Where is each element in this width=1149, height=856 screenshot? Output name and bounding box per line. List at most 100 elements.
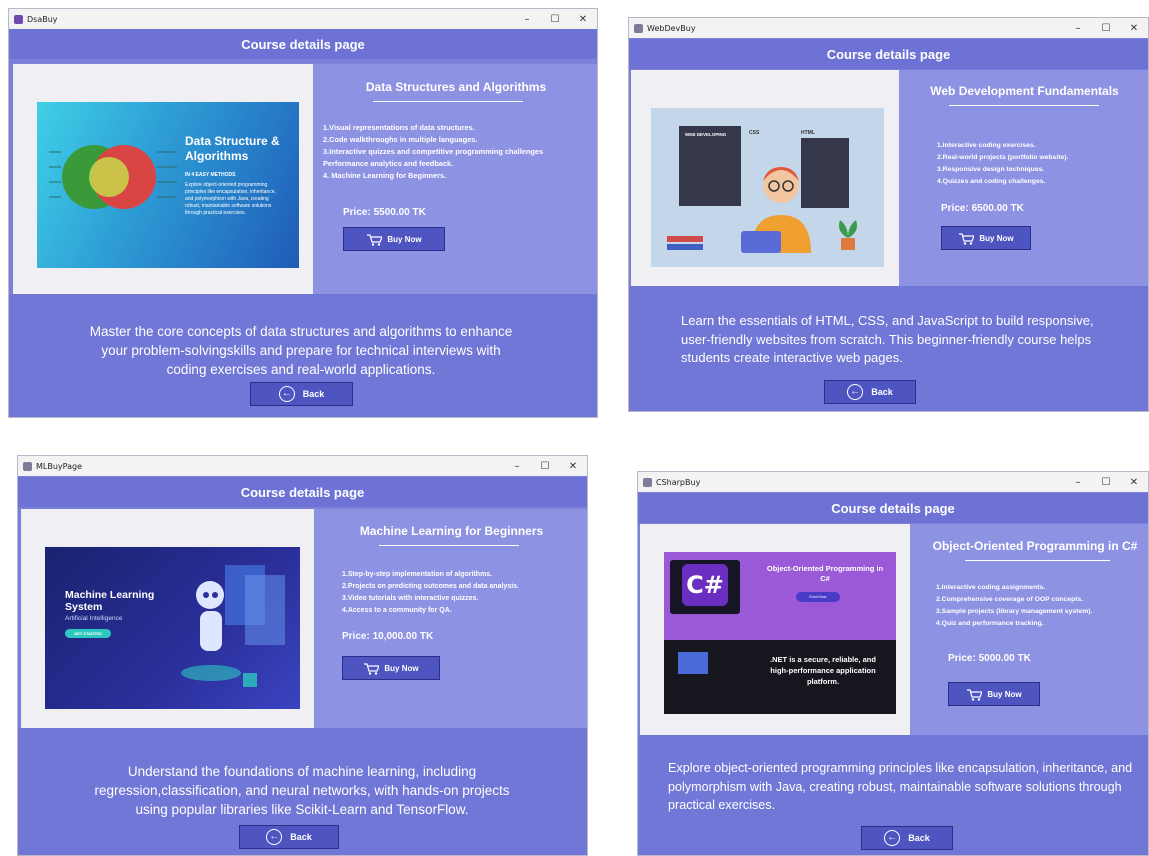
course-description: Explore object-oriented programming prin… bbox=[668, 761, 1133, 812]
page-header: Course details page bbox=[629, 39, 1148, 69]
cart-icon bbox=[967, 688, 983, 701]
title-underline bbox=[949, 105, 1099, 106]
maximize-icon[interactable]: ☐ bbox=[1092, 23, 1120, 34]
buy-now-button[interactable]: Buy Now bbox=[342, 656, 440, 680]
csharp-logo: C# bbox=[682, 564, 728, 606]
image-title: Machine Learning System bbox=[65, 589, 155, 613]
feature-item: 4. Machine Learning for Beginners. bbox=[323, 171, 447, 180]
title-bar: MLBuyPage – ☐ ✕ bbox=[18, 456, 587, 476]
back-arrow-icon: ← bbox=[884, 830, 901, 846]
close-icon[interactable]: ✕ bbox=[569, 14, 597, 25]
minimize-icon[interactable]: – bbox=[503, 461, 531, 472]
plant-icon bbox=[839, 220, 857, 250]
page-header: Course details page bbox=[9, 29, 597, 59]
page-header: Course details page bbox=[638, 493, 1148, 523]
image-subtitle: Artificial Intelligence bbox=[65, 615, 123, 622]
feature-item: 3.Responsive design techniques. bbox=[937, 166, 1045, 173]
course-price: Price: 6500.00 TK bbox=[941, 203, 1024, 214]
minimize-icon[interactable]: – bbox=[513, 14, 541, 25]
course-price: Price: 5500.00 TK bbox=[343, 207, 426, 218]
feature-item: 1.Visual representations of data structu… bbox=[323, 123, 475, 132]
course-image: Data Structure & Algorithms IN 4 EASY ME… bbox=[37, 102, 299, 268]
course-image: C# Object-Oriented Programming in C# Enr… bbox=[664, 552, 896, 714]
description-panel: Learn the essentials of HTML, CSS, and J… bbox=[629, 286, 1148, 411]
image-label: CSS bbox=[749, 130, 760, 136]
course-image-panel: WEB DEVELOPING CSS HTML bbox=[631, 70, 899, 286]
feature-item: 3.Video tutorials with interactive quizz… bbox=[342, 595, 479, 602]
cart-icon bbox=[959, 232, 975, 245]
description-panel: Master the core concepts of data structu… bbox=[9, 294, 597, 417]
maximize-icon[interactable]: ☐ bbox=[541, 14, 569, 25]
title-underline bbox=[965, 560, 1110, 561]
description-panel: Explore object-oriented programming prin… bbox=[638, 735, 1148, 855]
feature-item: 3.Interactive quizzes and competitive pr… bbox=[323, 147, 544, 156]
back-label: Back bbox=[908, 833, 930, 843]
course-info-panel: Data Structures and Algorithms 1.Visual … bbox=[313, 64, 597, 294]
feature-item: 1.Step-by-step implementation of algorit… bbox=[342, 571, 493, 578]
title-bar: CSharpBuy – ☐ ✕ bbox=[638, 472, 1148, 492]
back-button[interactable]: ← Back bbox=[250, 382, 353, 406]
course-title: Object-Oriented Programming in C# bbox=[932, 539, 1138, 553]
app-icon bbox=[23, 461, 32, 471]
books-graphic bbox=[667, 244, 703, 250]
dotnet-icon bbox=[678, 652, 708, 674]
buy-now-button[interactable]: Buy Now bbox=[948, 682, 1040, 706]
course-title: Machine Learning for Beginners bbox=[359, 524, 544, 538]
feature-list: 1.Interactive coding exercises. 2.Real-w… bbox=[937, 140, 1068, 188]
maximize-icon[interactable]: ☐ bbox=[1092, 477, 1120, 488]
minimize-icon[interactable]: – bbox=[1064, 23, 1092, 34]
feature-list: 1.Step-by-step implementation of algorit… bbox=[342, 569, 519, 617]
buy-now-button[interactable]: Buy Now bbox=[941, 226, 1031, 250]
cart-icon bbox=[364, 662, 380, 675]
buy-now-label: Buy Now bbox=[384, 663, 419, 673]
image-caption: .NET is a secure, reliable, and high-per… bbox=[770, 655, 876, 686]
back-button[interactable]: ← Back bbox=[861, 826, 953, 850]
maximize-icon[interactable]: ☐ bbox=[531, 461, 559, 472]
buy-now-label: Buy Now bbox=[387, 234, 422, 244]
course-description: Understand the foundations of machine le… bbox=[94, 764, 510, 817]
course-info-panel: Web Development Fundamentals 1.Interacti… bbox=[899, 70, 1148, 286]
course-image-panel: C# Object-Oriented Programming in C# Enr… bbox=[640, 524, 910, 735]
feature-item: 1.Interactive coding assignments. bbox=[936, 584, 1046, 591]
venn-diagram-icon bbox=[49, 145, 177, 209]
course-price: Price: 10,000.00 TK bbox=[342, 631, 434, 642]
image-title: Data Structure & Algorithms bbox=[185, 134, 280, 163]
course-image-panel: Machine Learning System Artificial Intel… bbox=[21, 509, 314, 728]
app-icon bbox=[643, 477, 652, 487]
course-description: Learn the essentials of HTML, CSS, and J… bbox=[681, 313, 1094, 365]
title-bar: WebDevBuy – ☐ ✕ bbox=[629, 18, 1148, 38]
close-icon[interactable]: ✕ bbox=[1120, 23, 1148, 34]
course-image-panel: Data Structure & Algorithms IN 4 EASY ME… bbox=[13, 64, 313, 294]
buy-now-label: Buy Now bbox=[979, 233, 1014, 243]
course-image: Machine Learning System Artificial Intel… bbox=[45, 547, 300, 709]
get-started-button: GET STARTED bbox=[65, 629, 111, 638]
feature-list: 1.Interactive coding assignments. 2.Comp… bbox=[936, 582, 1092, 630]
course-image: WEB DEVELOPING CSS HTML bbox=[651, 108, 884, 267]
back-button[interactable]: ← Back bbox=[239, 825, 339, 849]
image-body: Explore object-oriented programming prin… bbox=[185, 182, 276, 216]
minimize-icon[interactable]: – bbox=[1064, 477, 1092, 488]
app-icon bbox=[14, 14, 23, 24]
close-icon[interactable]: ✕ bbox=[1120, 477, 1148, 488]
description-panel: Understand the foundations of machine le… bbox=[18, 728, 587, 855]
enroll-pill: Enroll Now bbox=[796, 592, 840, 602]
window-title: MLBuyPage bbox=[36, 461, 83, 471]
course-description: Master the core concepts of data structu… bbox=[89, 324, 513, 377]
back-label: Back bbox=[302, 389, 325, 399]
feature-item: 4.Quiz and performance tracking. bbox=[936, 620, 1044, 627]
cart-icon bbox=[367, 233, 383, 246]
close-icon[interactable]: ✕ bbox=[559, 461, 587, 472]
feature-item: 1.Interactive coding exercises. bbox=[937, 142, 1036, 149]
window-ml: MLBuyPage – ☐ ✕ Course details page Mach… bbox=[17, 455, 588, 856]
course-title: Data Structures and Algorithms bbox=[365, 80, 547, 94]
developer-illustration-icon bbox=[741, 167, 811, 253]
image-title: Object-Oriented Programming in C# bbox=[766, 564, 884, 583]
window-dsa: DsaBuy – ☐ ✕ Course details page Data St… bbox=[8, 8, 598, 418]
title-bar: DsaBuy – ☐ ✕ bbox=[9, 9, 597, 29]
image-label: HTML bbox=[801, 130, 815, 136]
back-button[interactable]: ← Back bbox=[824, 380, 916, 404]
title-underline bbox=[379, 545, 519, 546]
buy-now-button[interactable]: Buy Now bbox=[343, 227, 445, 251]
robot-illustration-icon bbox=[181, 565, 285, 687]
back-arrow-icon: ← bbox=[278, 386, 295, 402]
